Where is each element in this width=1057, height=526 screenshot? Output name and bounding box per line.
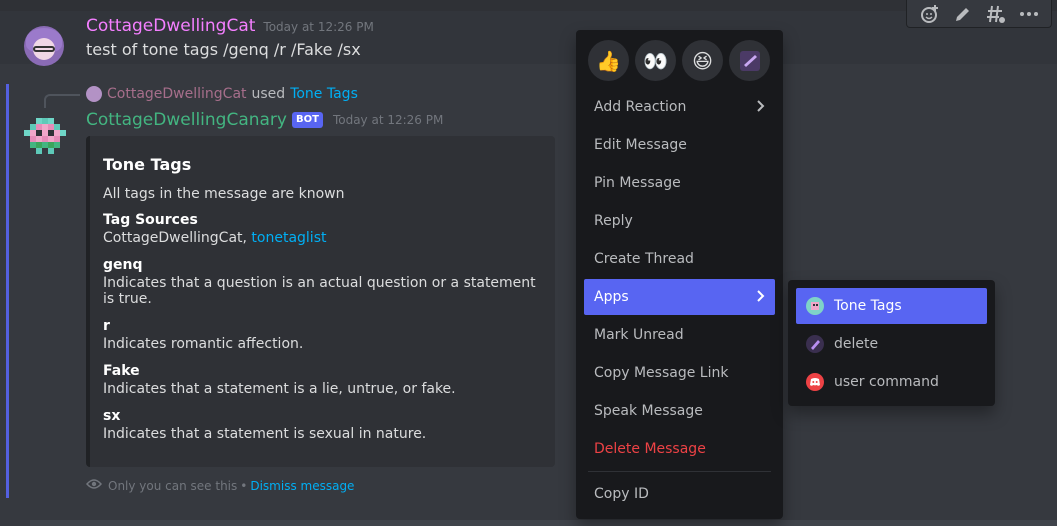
- menu-item-label: Speak Message: [594, 403, 703, 419]
- menu-item-label: Apps: [594, 289, 629, 305]
- message-username[interactable]: CottageDwellingCat: [86, 16, 255, 36]
- bot-username[interactable]: CottageDwellingCanary: [86, 110, 287, 130]
- embed-description: All tags in the message are known: [103, 186, 345, 202]
- menu-item-label: Copy Message Link: [594, 365, 729, 381]
- ephemeral-separator: •: [240, 478, 248, 493]
- embed-field-name: r: [103, 318, 110, 334]
- menu-item-add-reaction[interactable]: Add Reaction: [584, 89, 775, 125]
- menu-item-label: Copy ID: [594, 486, 649, 502]
- reaction-thumbs-up[interactable]: 👍: [588, 40, 629, 81]
- dismiss-message-link[interactable]: Dismiss message: [250, 479, 354, 493]
- submenu-item-tone-tags[interactable]: Tone Tags: [796, 288, 987, 324]
- menu-item-label: Add Reaction: [594, 99, 687, 115]
- interaction-reference[interactable]: CottageDwellingCat used Tone Tags: [86, 86, 358, 102]
- menu-item-apps[interactable]: Apps: [584, 279, 775, 315]
- tone-tags-app-icon: [806, 297, 824, 315]
- menu-item-copy-message-link[interactable]: Copy Message Link: [584, 355, 775, 391]
- small-avatar-icon: [86, 86, 102, 102]
- menu-item-speak-message[interactable]: Speak Message: [584, 393, 775, 429]
- reaction-custom-emoji[interactable]: [729, 40, 770, 81]
- message-content: test of tone tags /genq /r /Fake /sx: [86, 40, 361, 59]
- message-context-menu: 👍 👀 😆 Add Reaction Edit Message Pin Mess…: [576, 30, 783, 519]
- submenu-item-label: Tone Tags: [834, 298, 902, 314]
- embed-title: Tone Tags: [103, 155, 192, 174]
- chevron-right-icon: [757, 289, 765, 305]
- avatar[interactable]: [24, 26, 64, 66]
- menu-item-reply[interactable]: Reply: [584, 203, 775, 239]
- ephemeral-text: Only you can see this: [108, 478, 238, 493]
- user-message[interactable]: CottageDwellingCat Today at 12:26 PM tes…: [0, 11, 1057, 66]
- composer-edge: [30, 520, 1057, 526]
- embed-field-tag-sources: Tag Sources CottageDwellingCat, tonetagl…: [103, 212, 541, 246]
- interaction-verb: used: [251, 86, 286, 102]
- interaction-command[interactable]: Tone Tags: [290, 86, 358, 102]
- embed-field-name: sx: [103, 408, 121, 424]
- embed-field-name: genq: [103, 257, 143, 273]
- menu-item-delete-message[interactable]: Delete Message: [584, 431, 775, 467]
- previous-message-edge: [0, 0, 1057, 11]
- reply-spine: [44, 94, 80, 108]
- apps-submenu: Tone Tags delete user command: [788, 280, 995, 406]
- interaction-user[interactable]: CottageDwellingCat: [107, 86, 247, 102]
- eye-icon: [86, 478, 102, 493]
- thread-icon[interactable]: [984, 2, 1008, 26]
- menu-item-label: Edit Message: [594, 137, 687, 153]
- menu-item-label: Mark Unread: [594, 327, 684, 343]
- message-timestamp: Today at 12:26 PM: [263, 20, 374, 34]
- menu-item-pin-message[interactable]: Pin Message: [584, 165, 775, 201]
- embed-field-value: Indicates that a statement is sexual in …: [103, 426, 427, 442]
- submenu-item-user-command[interactable]: user command: [796, 364, 987, 400]
- menu-item-label: Create Thread: [594, 251, 694, 267]
- submenu-item-label: delete: [834, 336, 879, 352]
- menu-item-edit-message[interactable]: Edit Message: [584, 127, 775, 163]
- embed-field-fake: Fake Indicates that a statement is a lie…: [103, 363, 541, 397]
- submenu-item-delete[interactable]: delete: [796, 326, 987, 362]
- embed-field-value: CottageDwellingCat, tonetaglist: [103, 230, 541, 246]
- quick-reactions: 👍 👀 😆: [588, 40, 775, 81]
- ephemeral-highlight-bar: [6, 84, 9, 498]
- bot-message-header: CottageDwellingCanary BOT Today at 12:26…: [86, 110, 443, 130]
- embed-field-genq: genq Indicates that a question is an act…: [103, 257, 541, 307]
- chat-view: CottageDwellingCat Today at 12:26 PM tes…: [0, 0, 1057, 526]
- discord-app-icon: [806, 373, 824, 391]
- embed-field-name: Tag Sources: [103, 212, 198, 228]
- delete-app-icon: [806, 335, 824, 353]
- menu-item-label: Delete Message: [594, 441, 706, 457]
- bot-badge: BOT: [292, 112, 323, 128]
- reaction-laughing[interactable]: 😆: [682, 40, 723, 81]
- chevron-right-icon: [757, 99, 765, 115]
- add-reaction-icon[interactable]: [918, 2, 942, 26]
- embed-field-value: Indicates that a question is an actual q…: [103, 275, 536, 307]
- embed-field-name: Fake: [103, 363, 140, 379]
- reaction-eyes[interactable]: 👀: [635, 40, 676, 81]
- menu-item-label: Reply: [594, 213, 633, 229]
- tag-source-text: CottageDwellingCat,: [103, 230, 252, 246]
- menu-separator: [588, 471, 771, 472]
- embed-field-r: r Indicates romantic affection.: [103, 318, 541, 352]
- message-actions-toolbar: [906, 0, 1052, 28]
- menu-item-label: Pin Message: [594, 175, 681, 191]
- embed-field-value: Indicates that a statement is a lie, unt…: [103, 381, 456, 397]
- ephemeral-notice: Only you can see this • Dismiss message: [86, 478, 354, 493]
- embed-field-value: Indicates romantic affection.: [103, 336, 304, 352]
- embed-card: Tone Tags All tags in the message are kn…: [86, 136, 555, 467]
- embed-field-sx: sx Indicates that a statement is sexual …: [103, 408, 541, 442]
- menu-item-copy-id[interactable]: Copy ID: [584, 476, 775, 512]
- submenu-item-label: user command: [834, 374, 939, 390]
- menu-item-mark-unread[interactable]: Mark Unread: [584, 317, 775, 353]
- tonetaglist-link[interactable]: tonetaglist: [251, 230, 326, 246]
- edit-icon[interactable]: [951, 2, 975, 26]
- bot-avatar[interactable]: [24, 115, 66, 157]
- more-icon[interactable]: [1017, 2, 1041, 26]
- menu-item-create-thread[interactable]: Create Thread: [584, 241, 775, 277]
- bot-timestamp: Today at 12:26 PM: [332, 113, 444, 127]
